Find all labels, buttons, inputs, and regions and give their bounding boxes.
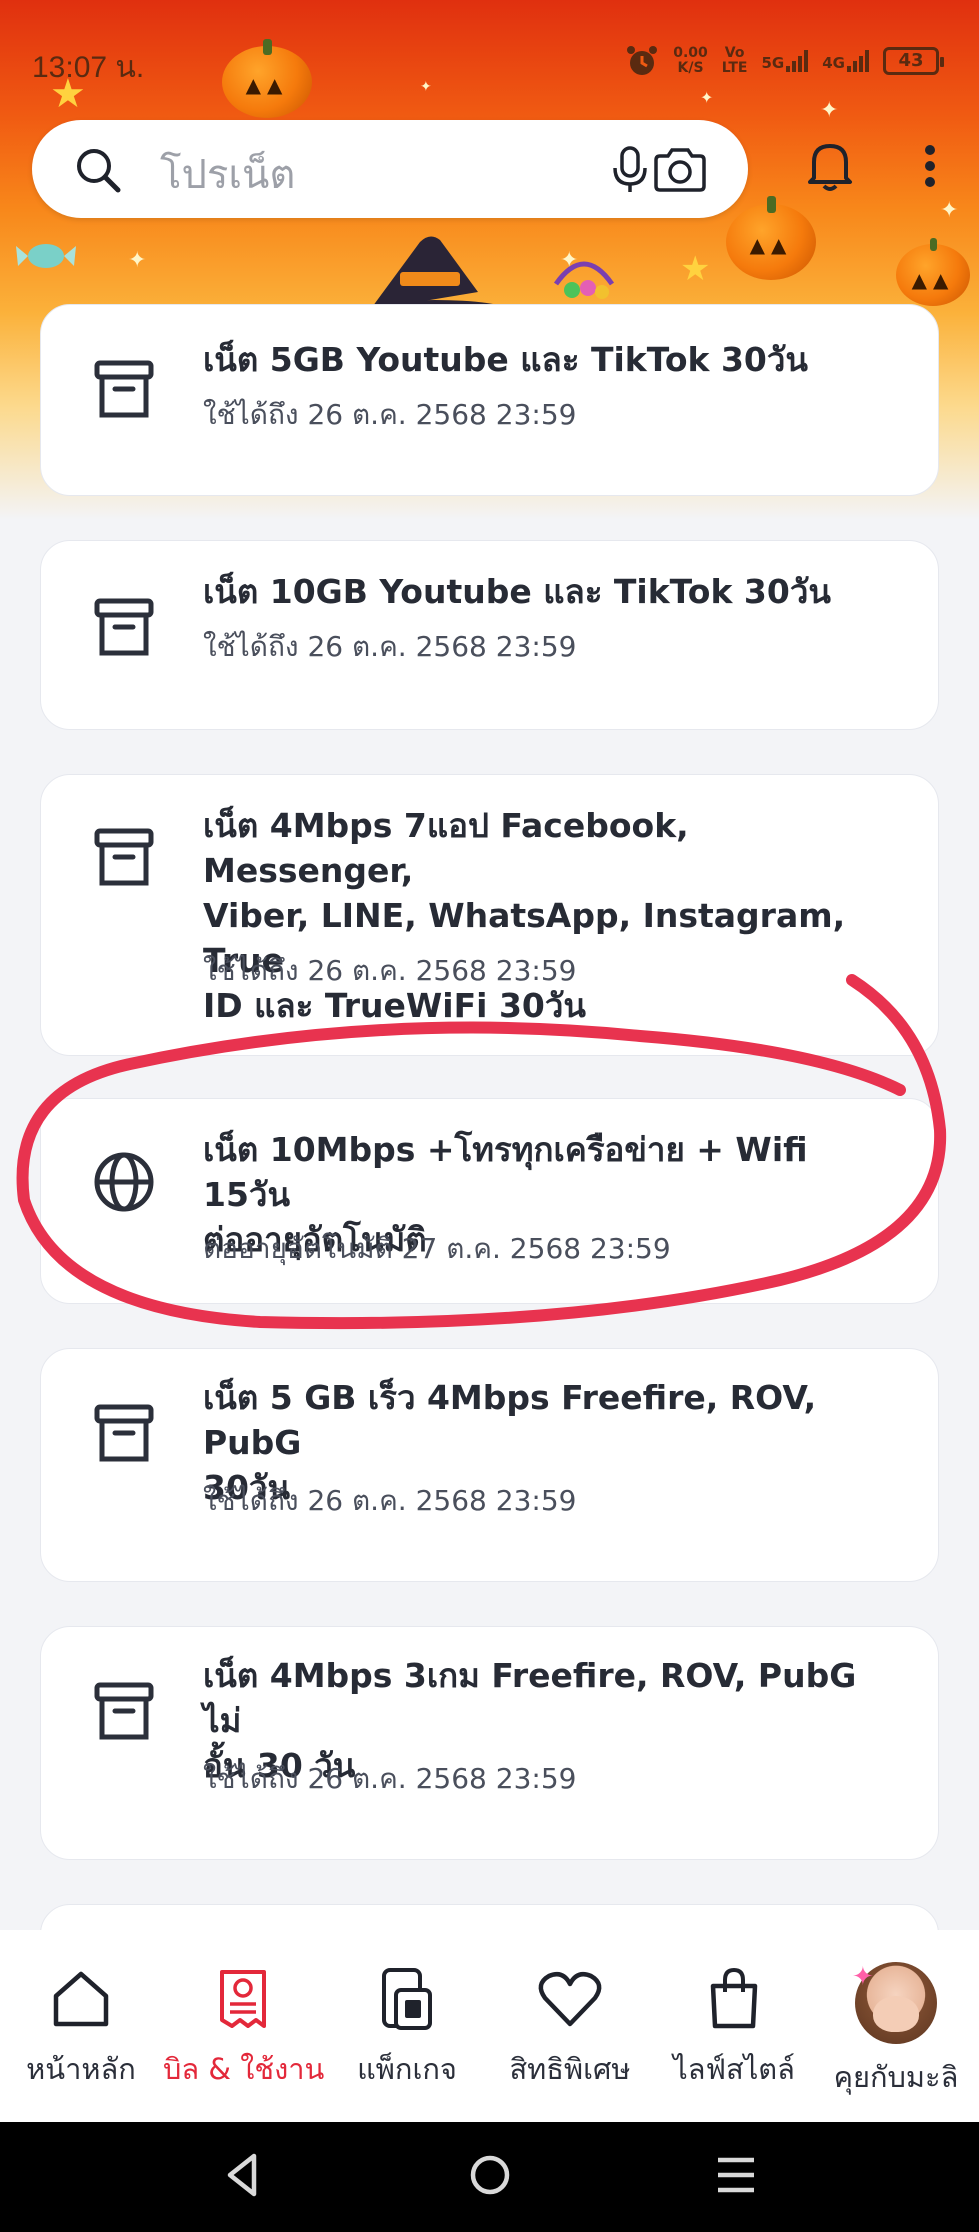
package-expiry: ใช้ได้ถึง 26 ต.ค. 2568 23:59: [203, 1762, 577, 1795]
volte-indicator: Vo LTE: [722, 46, 748, 76]
package-title: เน็ต 5GB Youtube และ TikTok 30วัน: [203, 340, 808, 379]
package-expiry: ใช้ได้ถึง 26 ต.ค. 2568 23:59: [203, 630, 577, 663]
nav-privileges[interactable]: สิทธิพิเศษ: [490, 1966, 650, 2092]
status-bar: 13:07 น. 0.00 K/S Vo LTE 5G 4G 43: [0, 38, 979, 86]
signal-4g-label: 4G: [822, 54, 845, 72]
star-decoration: ★: [680, 249, 711, 289]
package-expiry: ใช้ได้ถึง 26 ต.ค. 2568 23:59: [203, 398, 577, 431]
network-speed: 0.00 K/S: [673, 46, 708, 76]
archive-icon: [94, 1682, 154, 1740]
candy-decoration: [16, 244, 76, 268]
volte-top: Vo: [724, 45, 745, 61]
nav-chat-mali[interactable]: คุยกับมะลิ: [816, 1962, 976, 2100]
alarm-icon: [627, 46, 658, 75]
package-card-auto-renew[interactable]: เน็ต 10Mbps +โทรทุกเครือข่าย + Wifi 15วั…: [40, 1098, 939, 1304]
package-title-line: เน็ต 4Mbps 3เกม Freefire, ROV, PubG ไม่: [203, 1656, 857, 1740]
globe-icon: [94, 1152, 154, 1212]
nav-label: บิล & ใช้งาน: [163, 2052, 325, 2086]
package-card[interactable]: เน็ต 4Mbps 3เกม Freefire, ROV, PubG ไม่ …: [40, 1626, 939, 1860]
nav-bill-usage[interactable]: บิล & ใช้งาน: [163, 1966, 325, 2092]
shopping-bag-icon: [710, 1967, 758, 2029]
pumpkin-decoration: ▲▲: [896, 237, 970, 306]
network-speed-value: 0.00: [673, 45, 708, 61]
recent-apps-icon[interactable]: [714, 2150, 758, 2200]
nav-label: คุยกับมะลิ: [833, 2060, 959, 2094]
sparkle-decoration: ✦: [128, 248, 147, 273]
search-icon: [77, 149, 121, 193]
more-options-icon[interactable]: [916, 140, 944, 192]
archive-icon: [94, 1404, 154, 1462]
notification-bell-icon[interactable]: [806, 140, 854, 192]
package-title: เน็ต 4Mbps 7แอป Facebook, Messenger, Vib…: [203, 803, 898, 1028]
nav-label: หน้าหลัก: [26, 2052, 136, 2086]
battery-icon: 43: [883, 47, 944, 75]
nav-label: ไลฟ์สไตล์: [673, 2052, 795, 2086]
archive-icon: [94, 828, 154, 886]
battery-level: 43: [898, 50, 924, 71]
volte-bottom: LTE: [721, 60, 748, 76]
network-speed-unit: K/S: [677, 60, 704, 76]
nav-home[interactable]: หน้าหลัก: [1, 1966, 161, 2092]
signal-4g-icon: 4G: [822, 50, 869, 72]
sparkle-icon: ✦: [852, 1962, 874, 1992]
system-navigation-bar: [0, 2122, 979, 2232]
package-card[interactable]: เน็ต 4Mbps 7แอป Facebook, Messenger, Vib…: [40, 774, 939, 1056]
package-title-line: เน็ต 4Mbps 7แอป Facebook, Messenger,: [203, 806, 689, 890]
package-card[interactable]: เน็ต 10GB Youtube และ TikTok 30วัน ใช้ได…: [40, 540, 939, 730]
package-card[interactable]: เน็ต 5 GB เร็ว 4Mbps Freefire, ROV, PubG…: [40, 1348, 939, 1582]
heart-icon: [538, 1972, 602, 2027]
nav-package[interactable]: แพ็กเกจ: [327, 1966, 487, 2092]
package-expiry: ใช้ได้ถึง 26 ต.ค. 2568 23:59: [203, 954, 577, 987]
search-input[interactable]: โปรเน็ต: [160, 142, 295, 206]
package-title-line: เน็ต 5 GB เร็ว 4Mbps Freefire, ROV, PubG: [203, 1378, 817, 1462]
package-title-line: เน็ต 10Mbps +โทรทุกเครือข่าย + Wifi 15วั…: [203, 1130, 808, 1214]
nav-lifestyle[interactable]: ไลฟ์สไตล์: [654, 1966, 814, 2092]
home-circle-icon[interactable]: [468, 2150, 512, 2200]
sparkle-decoration: ✦: [940, 198, 959, 223]
nav-label: แพ็กเกจ: [357, 2052, 457, 2086]
nav-label: สิทธิพิเศษ: [509, 2052, 631, 2086]
search-bar[interactable]: โปรเน็ต: [32, 120, 748, 218]
pumpkin-decoration: ▲▲: [726, 196, 816, 280]
sim-package-icon: [382, 1968, 432, 2030]
package-expiry: ใช้ได้ถึง 26 ต.ค. 2568 23:59: [203, 1484, 577, 1517]
signal-5g-icon: 5G: [762, 50, 809, 72]
witch-hat-decoration: [363, 236, 507, 312]
sparkle-decoration: ✦: [820, 98, 839, 123]
package-title: เน็ต 10GB Youtube และ TikTok 30วัน: [203, 572, 831, 611]
back-icon[interactable]: [222, 2150, 262, 2200]
package-renewal: ต่ออายุอัตโนมัติ 27 ต.ค. 2568 23:59: [203, 1232, 671, 1265]
home-icon: [53, 1971, 109, 2027]
bill-icon: [220, 1970, 266, 2028]
status-time: 13:07 น.: [32, 51, 145, 84]
archive-icon: [94, 360, 154, 418]
camera-icon[interactable]: [652, 146, 708, 194]
signal-5g-label: 5G: [761, 54, 785, 72]
package-card[interactable]: เน็ต 5GB Youtube และ TikTok 30วัน ใช้ได้…: [40, 304, 939, 496]
sparkle-decoration: ✦: [700, 88, 714, 107]
archive-icon: [94, 598, 154, 656]
candy-basket-decoration: [553, 261, 615, 299]
bottom-navigation: หน้าหลัก บิล & ใช้งาน แพ็กเกจ สิทธิพิเศษ…: [0, 1930, 979, 2122]
microphone-icon[interactable]: [610, 146, 650, 194]
status-icons: 0.00 K/S Vo LTE 5G 4G 43: [625, 44, 944, 78]
